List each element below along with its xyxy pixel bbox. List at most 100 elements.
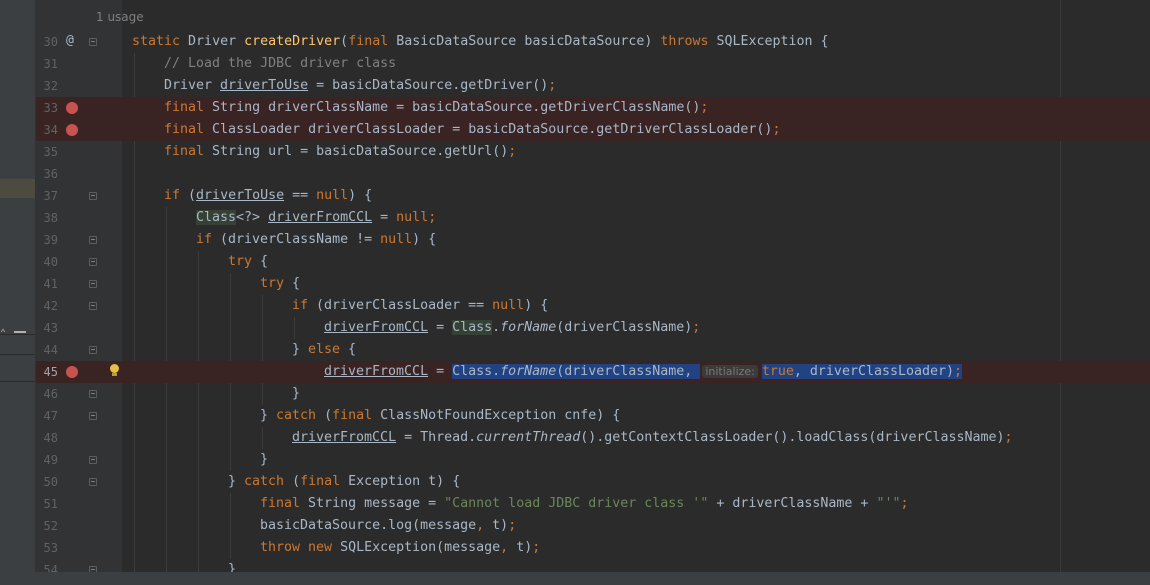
code-text[interactable]: try { [228, 251, 268, 273]
gutter-cell[interactable]: 46 [36, 383, 122, 405]
fold-icon[interactable] [89, 456, 97, 464]
fold-icon[interactable] [89, 236, 97, 244]
gutter-cell[interactable]: 44 [36, 339, 122, 361]
code-line[interactable]: 50 } catch (final Exception t) { [36, 471, 1150, 493]
override-marker-icon[interactable]: @ [66, 33, 74, 49]
code-token: driverFromCCL [292, 430, 397, 445]
code-text[interactable]: final String message = "Cannot load JDBC… [260, 493, 909, 515]
code-text[interactable]: driverFromCCL = Class.forName(driverClas… [324, 361, 963, 383]
gutter-cell[interactable]: 45 [36, 361, 122, 383]
code-text[interactable]: } catch (final ClassNotFoundException cn… [260, 405, 620, 427]
fold-icon[interactable] [89, 192, 97, 200]
code-text[interactable]: try { [260, 273, 300, 295]
code-line[interactable]: 27 [36, 0, 1150, 3]
code-text[interactable]: if (driverClassLoader == null) { [292, 295, 548, 317]
gutter-cell[interactable]: 47 [36, 405, 122, 427]
code-line[interactable]: 53 throw new SQLException(message, t); [36, 537, 1150, 559]
gutter-cell[interactable]: 43 [36, 317, 122, 339]
fold-icon[interactable] [89, 258, 97, 266]
gutter-cell[interactable]: 37 [36, 185, 122, 207]
code-line[interactable]: 44 } else { [36, 339, 1150, 361]
gutter-cell[interactable]: 42 [36, 295, 122, 317]
code-line[interactable]: 43 driverFromCCL = Class.forName(driverCl… [36, 317, 1150, 339]
gutter-cell[interactable]: 40 [36, 251, 122, 273]
gutter-cell[interactable]: 31 [36, 53, 122, 75]
code-text[interactable]: if (driverToUse == null) { [164, 185, 372, 207]
gutter-cell[interactable]: 39 [36, 229, 122, 251]
code-line[interactable]: 31 // Load the JDBC driver class [36, 53, 1150, 75]
fold-icon[interactable] [89, 478, 97, 486]
breakpoint-icon[interactable] [66, 366, 78, 378]
gutter-cell[interactable]: 48 [36, 427, 122, 449]
fold-icon[interactable] [89, 390, 97, 398]
code-line[interactable]: 39 if (driverClassName != null) { [36, 229, 1150, 251]
code-line[interactable]: 41 try { [36, 273, 1150, 295]
intention-bulb-icon[interactable] [110, 364, 119, 376]
code-line[interactable]: 46} [36, 383, 1150, 405]
code-text[interactable]: final ClassLoader driverClassLoader = ba… [164, 119, 780, 141]
code-line[interactable]: 32 Driver driverToUse = basicDataSource.g… [36, 75, 1150, 97]
code-line[interactable]: 37 if (driverToUse == null) { [36, 185, 1150, 207]
code-line[interactable]: 34 final ClassLoader driverClassLoader = … [36, 119, 1150, 141]
code-text[interactable]: } [292, 383, 300, 405]
gutter-cell[interactable]: 30 @ [36, 31, 122, 53]
code-token: = Thread. [396, 430, 477, 445]
usages-hint[interactable]: 1 usage [96, 10, 144, 24]
fold-icon[interactable] [89, 280, 97, 288]
gutter-cell[interactable]: 27 [36, 0, 122, 3]
code-line[interactable]: 33 final String driverClassName = basicDa… [36, 97, 1150, 119]
code-token: ClassLoader driverClassLoader = basicDat… [212, 122, 773, 137]
code-line[interactable]: 47 } catch (final ClassNotFoundException … [36, 405, 1150, 427]
code-text[interactable]: // Load the JDBC driver class [164, 53, 396, 75]
collapse-all-icon[interactable]: ⌃ [0, 328, 6, 339]
gutter-cell[interactable]: 53 [36, 537, 122, 559]
code-text[interactable]: Driver driverToUse = basicDataSource.get… [164, 75, 556, 97]
sidebar-selected-item[interactable] [0, 179, 35, 198]
code-line[interactable]: 40 try { [36, 251, 1150, 273]
code-line[interactable]: 42 if (driverClassLoader == null) { [36, 295, 1150, 317]
code-text[interactable]: driverFromCCL = Thread.currentThread().g… [292, 427, 1013, 449]
code-token: ; [508, 518, 517, 533]
gutter-cell[interactable]: 33 [36, 97, 122, 119]
code-text[interactable]: if (driverClassName != null) { [196, 229, 436, 251]
code-line[interactable]: 35 final String url = basicDataSource.get… [36, 141, 1150, 163]
gutter-cell[interactable]: 34 [36, 119, 122, 141]
code-text[interactable]: driverFromCCL = Class.forName(driverClas… [324, 317, 700, 339]
code-line[interactable]: 36 [36, 163, 1150, 185]
gutter-cell[interactable]: 50 [36, 471, 122, 493]
breakpoint-icon[interactable] [66, 102, 78, 114]
gutter-cell[interactable]: 32 [36, 75, 122, 97]
gutter-cell[interactable]: 41 [36, 273, 122, 295]
code-line[interactable]: 48 driverFromCCL = Thread.currentThread()… [36, 427, 1150, 449]
gutter-cell[interactable]: 49 [36, 449, 122, 471]
horizontal-scrollbar[interactable] [0, 572, 1150, 585]
code-text[interactable]: throw new SQLException(message, t); [260, 537, 540, 559]
code-text[interactable]: basicDataSource.log(message, t); [260, 515, 516, 537]
gutter-cell[interactable]: 38 [36, 207, 122, 229]
gutter-cell[interactable]: 36 [36, 163, 122, 185]
fold-icon[interactable] [89, 412, 97, 420]
code-token: , driverClassLoader) [793, 364, 955, 379]
code-text[interactable]: final String url = basicDataSource.getUr… [164, 141, 516, 163]
gutter-cell[interactable]: 35 [36, 141, 122, 163]
minimize-icon[interactable] [14, 331, 26, 333]
code-line[interactable]: 38 Class<?> driverFromCCL = null; [36, 207, 1150, 229]
code-line[interactable]: 49} [36, 449, 1150, 471]
code-line[interactable]: 51 final String message = "Cannot load JD… [36, 493, 1150, 515]
code-text[interactable]: static Driver createDriver(final BasicDa… [132, 31, 829, 53]
code-line[interactable]: 30 @ static Driver createDriver(final Basi… [36, 31, 1150, 53]
code-line[interactable]: 45 driverFromCCL = Class.forName(driverCl… [36, 361, 1150, 383]
fold-icon[interactable] [89, 346, 97, 354]
code-text[interactable]: Class<?> driverFromCCL = null; [196, 207, 436, 229]
gutter-cell[interactable]: 52 [36, 515, 122, 537]
code-text[interactable]: } else { [292, 339, 356, 361]
code-line[interactable]: 52 basicDataSource.log(message, t); [36, 515, 1150, 537]
code-text[interactable]: } [260, 449, 268, 471]
breakpoint-icon[interactable] [66, 124, 78, 136]
code-text[interactable]: final String driverClassName = basicData… [164, 97, 708, 119]
fold-icon[interactable] [89, 38, 97, 46]
fold-icon[interactable] [89, 302, 97, 310]
gutter-cell[interactable]: 51 [36, 493, 122, 515]
line-number: 41 [43, 277, 58, 291]
code-text[interactable]: } catch (final Exception t) { [228, 471, 460, 493]
